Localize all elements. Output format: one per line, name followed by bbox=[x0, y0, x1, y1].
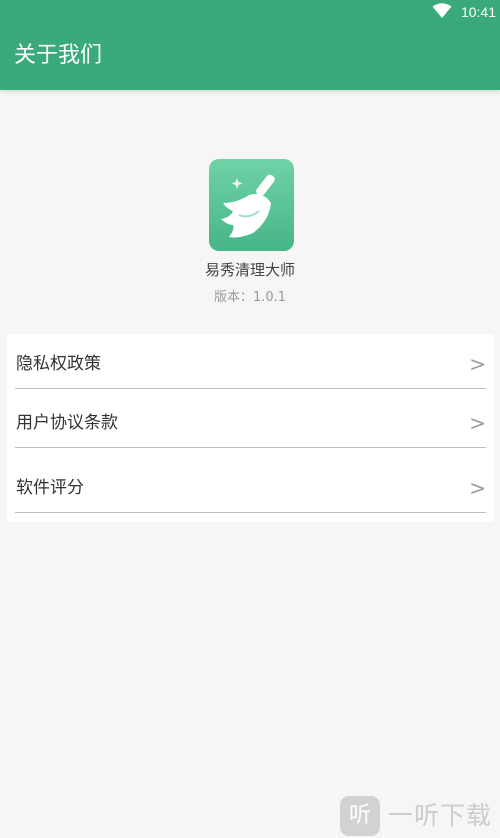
menu-item-privacy-policy[interactable]: 隐私权政策 > bbox=[15, 339, 486, 389]
status-bar: 10:41 bbox=[0, 0, 500, 24]
status-time: 10:41 bbox=[460, 4, 496, 20]
watermark-text: 一听下载 bbox=[388, 801, 493, 830]
app-name: 易秀清理大师 bbox=[204, 261, 295, 279]
menu-item-label: 用户协议条款 bbox=[16, 413, 118, 433]
watermark: 听 一听下载 bbox=[338, 796, 498, 836]
chevron-right-icon: > bbox=[469, 411, 486, 435]
menu-card: 隐私权政策 > 用户协议条款 > 软件评分 > bbox=[7, 334, 494, 522]
menu-item-rate-app[interactable]: 软件评分 > bbox=[15, 463, 486, 513]
watermark-logo-icon: 听 bbox=[340, 796, 380, 836]
menu-item-user-agreement[interactable]: 用户协议条款 > bbox=[15, 398, 486, 448]
page-title: 关于我们 bbox=[14, 43, 103, 68]
chevron-right-icon: > bbox=[469, 352, 486, 376]
app-bar: 关于我们 bbox=[0, 24, 500, 90]
menu-item-label: 隐私权政策 bbox=[16, 354, 101, 374]
broom-icon bbox=[209, 159, 294, 251]
wifi-icon bbox=[432, 3, 452, 18]
app-version: 版本：1.0.1 bbox=[213, 290, 287, 305]
menu-item-label: 软件评分 bbox=[16, 478, 84, 498]
chevron-right-icon: > bbox=[469, 476, 486, 500]
